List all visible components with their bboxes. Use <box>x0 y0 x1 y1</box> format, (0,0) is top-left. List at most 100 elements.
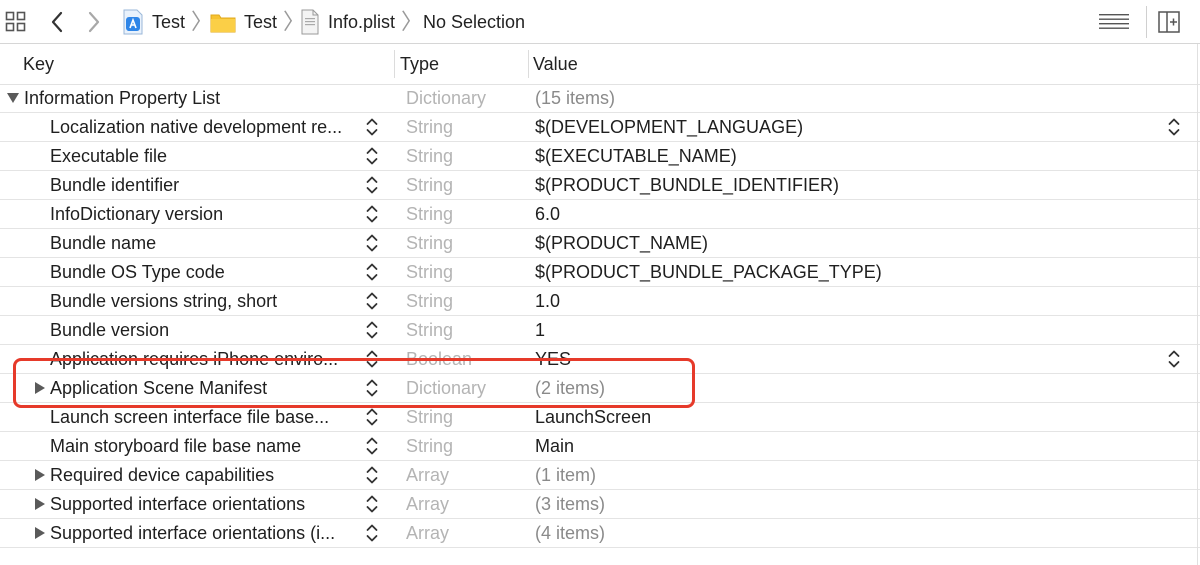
row-type[interactable]: String <box>406 316 453 344</box>
plist-row[interactable]: Bundle OS Type code String $(PRODUCT_BUNDL… <box>0 258 1200 287</box>
grid-icon[interactable] <box>5 10 29 34</box>
row-value[interactable]: $(DEVELOPMENT_LANGUAGE) <box>535 113 803 141</box>
row-value[interactable]: (2 items) <box>535 374 605 402</box>
key-stepper-icon[interactable] <box>365 319 379 341</box>
plist-row[interactable]: InfoDictionary version String 6.0 <box>0 200 1200 229</box>
breadcrumb-folder[interactable]: Test 〉 <box>210 8 305 36</box>
key-stepper-icon[interactable] <box>365 435 379 457</box>
disclosure-expanded-icon[interactable] <box>6 84 20 112</box>
key-stepper-icon[interactable] <box>365 290 379 312</box>
row-value[interactable]: Main <box>535 432 574 460</box>
key-stepper-icon[interactable] <box>365 377 379 399</box>
header-key[interactable]: Key <box>23 44 54 84</box>
chevron-left-icon[interactable] <box>50 10 70 34</box>
key-stepper-icon[interactable] <box>365 174 379 196</box>
breadcrumb-label: Test <box>244 11 278 32</box>
row-key[interactable]: Bundle name <box>50 229 362 257</box>
row-type[interactable]: Dictionary <box>406 374 486 402</box>
row-type[interactable]: String <box>406 229 453 257</box>
plist-row[interactable]: Required device capabilities Array (1 item… <box>0 461 1200 490</box>
key-stepper-icon[interactable] <box>365 348 379 370</box>
row-key[interactable]: Bundle identifier <box>50 171 362 199</box>
key-stepper-icon[interactable] <box>365 232 379 254</box>
key-stepper-icon[interactable] <box>365 406 379 428</box>
plist-row[interactable]: Bundle versions string, short String 1.0 <box>0 287 1200 316</box>
row-value[interactable]: 6.0 <box>535 200 560 228</box>
row-value[interactable]: (3 items) <box>535 490 605 518</box>
row-value[interactable]: (1 item) <box>535 461 596 489</box>
row-value[interactable]: $(PRODUCT_BUNDLE_IDENTIFIER) <box>535 171 839 199</box>
key-stepper-icon[interactable] <box>365 493 379 515</box>
row-type[interactable]: Array <box>406 519 449 547</box>
value-stepper-icon[interactable] <box>1167 348 1181 370</box>
plist-row[interactable]: Bundle identifier String $(PRODUCT_BUNDLE_… <box>0 171 1200 200</box>
breadcrumb-project[interactable]: Test 〉 <box>122 8 213 36</box>
row-key[interactable]: Bundle versions string, short <box>50 287 362 315</box>
key-stepper-icon[interactable] <box>365 261 379 283</box>
row-value[interactable]: $(EXECUTABLE_NAME) <box>535 142 737 170</box>
row-key[interactable]: Required device capabilities <box>50 461 362 489</box>
breadcrumb-file[interactable]: Info.plist 〉 <box>300 8 423 36</box>
add-editor-icon[interactable] <box>1158 10 1182 34</box>
row-key[interactable]: Bundle OS Type code <box>50 258 362 286</box>
header-value[interactable]: Value <box>533 44 578 84</box>
row-type[interactable]: Array <box>406 490 449 518</box>
plist-row[interactable]: Application Scene Manifest Dictionary (2 i… <box>0 374 1200 403</box>
value-stepper-icon[interactable] <box>1167 116 1181 138</box>
row-key[interactable]: Main storyboard file base name <box>50 432 362 460</box>
row-type[interactable]: String <box>406 200 453 228</box>
plist-row[interactable]: Executable file String $(EXECUTABLE_NAME) <box>0 142 1200 171</box>
row-key[interactable]: Supported interface orientations <box>50 490 362 518</box>
row-type[interactable]: Boolean <box>406 345 472 373</box>
lines-menu-icon[interactable] <box>1099 11 1131 33</box>
chevron-right-icon[interactable] <box>87 10 107 34</box>
row-type[interactable]: String <box>406 403 453 431</box>
breadcrumb-selection[interactable]: No Selection <box>423 8 525 36</box>
plist-row[interactable]: Supported interface orientations (i... Ar… <box>0 519 1200 548</box>
disclosure-collapsed-icon[interactable] <box>34 490 46 518</box>
row-key[interactable]: Bundle version <box>50 316 362 344</box>
row-key[interactable]: InfoDictionary version <box>50 200 362 228</box>
row-value[interactable]: YES <box>535 345 571 373</box>
disclosure-collapsed-icon[interactable] <box>34 519 46 547</box>
row-key[interactable]: Executable file <box>50 142 362 170</box>
plist-row[interactable]: Supported interface orientations Array (3 … <box>0 490 1200 519</box>
row-key[interactable]: Application Scene Manifest <box>50 374 362 402</box>
row-type[interactable]: String <box>406 142 453 170</box>
row-key[interactable]: Supported interface orientations (i... <box>50 519 362 547</box>
breadcrumb-label: No Selection <box>423 11 526 32</box>
row-type[interactable]: String <box>406 287 453 315</box>
root-row[interactable]: Information Property List Dictionary (15… <box>0 84 1200 113</box>
disclosure-collapsed-icon[interactable] <box>34 461 46 489</box>
plist-row[interactable]: Launch screen interface file base... Stri… <box>0 403 1200 432</box>
row-type[interactable]: String <box>406 171 453 199</box>
row-key[interactable]: Localization native development re... <box>50 113 362 141</box>
plist-row[interactable]: Application requires iPhone enviro... Boo… <box>0 345 1200 374</box>
plist-row[interactable]: Main storyboard file base name String Main <box>0 432 1200 461</box>
row-type[interactable]: String <box>406 432 453 460</box>
row-type[interactable]: Array <box>406 461 449 489</box>
plist-row[interactable]: Bundle version String 1 <box>0 316 1200 345</box>
row-value[interactable]: LaunchScreen <box>535 403 651 431</box>
row-type[interactable]: String <box>406 113 453 141</box>
row-value[interactable]: $(PRODUCT_NAME) <box>535 229 708 257</box>
column-divider[interactable] <box>394 50 395 78</box>
row-type[interactable]: String <box>406 258 453 286</box>
disclosure-collapsed-icon[interactable] <box>34 374 46 402</box>
column-header: Key Type Value <box>0 44 1200 85</box>
row-value[interactable]: $(PRODUCT_BUNDLE_PACKAGE_TYPE) <box>535 258 882 286</box>
header-type[interactable]: Type <box>400 44 439 84</box>
row-key[interactable]: Launch screen interface file base... <box>50 403 362 431</box>
row-value[interactable]: 1 <box>535 316 545 344</box>
key-stepper-icon[interactable] <box>365 522 379 544</box>
row-value[interactable]: (4 items) <box>535 519 605 547</box>
key-stepper-icon[interactable] <box>365 203 379 225</box>
plist-row[interactable]: Bundle name String $(PRODUCT_NAME) <box>0 229 1200 258</box>
key-stepper-icon[interactable] <box>365 464 379 486</box>
column-divider[interactable] <box>528 50 529 78</box>
key-stepper-icon[interactable] <box>365 116 379 138</box>
row-value[interactable]: 1.0 <box>535 287 560 315</box>
row-key[interactable]: Application requires iPhone enviro... <box>50 345 362 373</box>
key-stepper-icon[interactable] <box>365 145 379 167</box>
plist-row[interactable]: Localization native development re... Str… <box>0 113 1200 142</box>
